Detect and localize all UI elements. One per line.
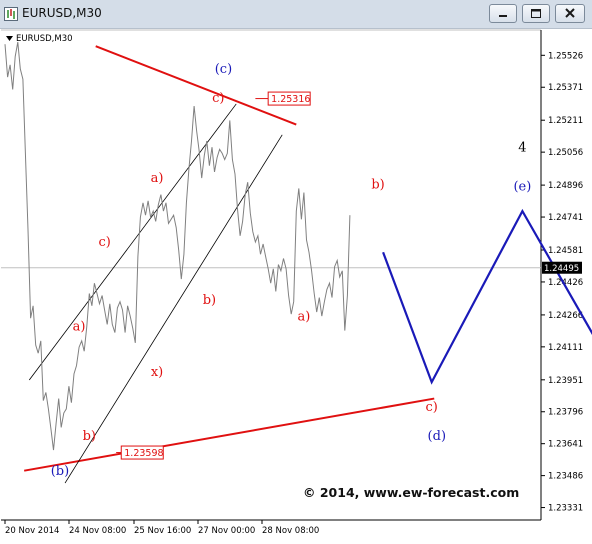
wave-projection-line (382, 208, 592, 385)
minimize-icon (499, 15, 507, 17)
wave-label: c) (212, 91, 224, 106)
x-tick-label: 25 Nov 16:00 (134, 526, 191, 536)
chart-symbol-label: EURUSD,M30 (16, 34, 73, 44)
wave-labels: (c) c) a) c) a) b) (b) x) b) b) a) 4 (e) c) (d) (51, 62, 532, 479)
y-tick-label: 1.23796 (548, 408, 583, 418)
maximize-button[interactable] (522, 4, 550, 23)
maximize-icon (531, 9, 541, 18)
y-tick-label: 1.24266 (548, 311, 583, 321)
wave-label: c) (426, 400, 438, 415)
window-titlebar[interactable]: EURUSD,M30 (0, 0, 592, 29)
red-trendline (95, 45, 297, 126)
chart-window-icon (4, 7, 18, 21)
y-tick-label: 1.23951 (548, 376, 583, 386)
wave-label: a) (298, 309, 311, 324)
price-tags: 1.25316 1.23598 (116, 91, 311, 460)
current-price-marker: 1.24495 (542, 261, 582, 274)
symbol-header: EURUSD,M30 (6, 34, 73, 44)
x-tick-label: 28 Nov 08:00 (262, 526, 319, 536)
channel-line (28, 103, 237, 381)
minimize-button[interactable] (489, 4, 517, 23)
x-tick-label: 24 Nov 08:00 (69, 526, 126, 536)
current-price-label: 1.24495 (544, 264, 579, 274)
y-tick-label: 1.25371 (548, 83, 583, 93)
price-tag-label: 1.23598 (124, 448, 163, 459)
wave-label: b) (371, 177, 384, 192)
y-tick-label: 1.24111 (548, 343, 583, 353)
price-tag-label: 1.25316 (271, 94, 310, 105)
y-tick-label: 1.25526 (548, 51, 583, 61)
y-tick-label: 1.24741 (548, 213, 583, 223)
close-icon (565, 8, 575, 18)
x-tick-label: 20 Nov 2014 (5, 526, 59, 536)
wave-label: 4 (518, 140, 526, 155)
y-tick-label: 1.23331 (548, 504, 583, 514)
wave-label: b) (203, 293, 216, 308)
wave-label: b) (83, 429, 96, 444)
wave-label: c) (98, 235, 110, 250)
wave-label: a) (151, 171, 164, 186)
y-tick-label: 1.23486 (548, 472, 583, 482)
wave-label: a) (73, 320, 86, 335)
y-tick-label: 1.25211 (548, 116, 583, 126)
window-title: EURUSD,M30 (22, 6, 102, 20)
wave-label: x) (151, 365, 163, 380)
wave-label: (d) (428, 429, 446, 444)
trendlines (23, 45, 435, 484)
collapse-triangle-icon (6, 36, 13, 41)
wave-label: (e) (513, 179, 531, 194)
wave-label: (b) (51, 464, 69, 479)
chart-window: EURUSD,M30 1.25526 1.25371 1.25211 1.25056 1… (0, 0, 592, 544)
y-tick-label: 1.24581 (548, 246, 583, 256)
y-tick-label: 1.23641 (548, 440, 583, 450)
y-tick-label: 1.24896 (548, 181, 583, 191)
wave-label: (c) (215, 62, 232, 77)
price-chart[interactable]: 1.25526 1.25371 1.25211 1.25056 1.24896 1.247… (0, 28, 592, 544)
y-tick-label: 1.25056 (548, 148, 583, 158)
close-button[interactable] (555, 4, 585, 23)
time-axis: 20 Nov 2014 24 Nov 08:00 25 Nov 16:00 27 No… (4, 520, 319, 536)
x-tick-label: 27 Nov 00:00 (198, 526, 255, 536)
watermark-text: © 2014, www.ew-forecast.com (303, 485, 519, 500)
